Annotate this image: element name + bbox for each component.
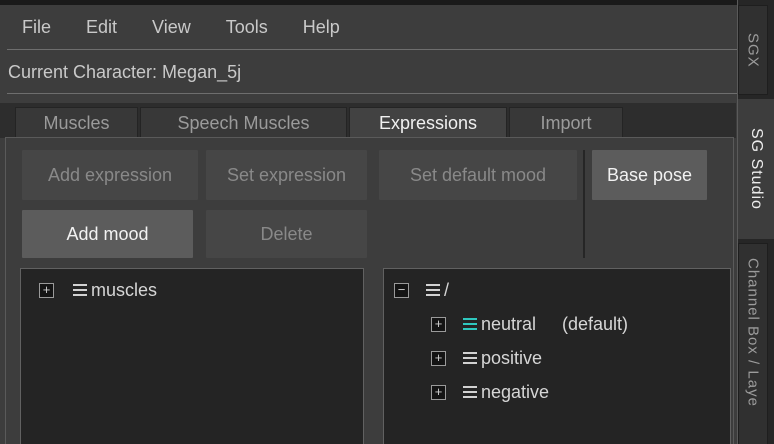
expand-icon[interactable]: + [39, 283, 54, 298]
menu-tools[interactable]: Tools [226, 17, 268, 38]
add-expression-button[interactable]: Add expression [22, 150, 198, 200]
set-default-mood-button[interactable]: Set default mood [379, 150, 577, 200]
tree-item-label[interactable]: negative [481, 382, 549, 403]
menu-separator [7, 49, 747, 50]
tree-item-label[interactable]: muscles [91, 280, 157, 301]
base-pose-button[interactable]: Base pose [592, 150, 707, 200]
delete-button[interactable]: Delete [206, 210, 367, 258]
menu-view[interactable]: View [152, 17, 191, 38]
menu-bar: File Edit View Tools Help [22, 5, 340, 49]
header-separator [7, 93, 747, 94]
tab-speech-muscles[interactable]: Speech Muscles [140, 107, 347, 138]
list-icon [463, 386, 477, 398]
dock-tab-sgx[interactable]: SGX [738, 5, 768, 95]
tree-row-neutral[interactable]: + neutral (default) [431, 307, 628, 341]
menu-file[interactable]: File [22, 17, 51, 38]
tree-item-label[interactable]: neutral [481, 314, 562, 335]
list-icon [73, 284, 87, 296]
tree-row-root[interactable]: − / [394, 273, 449, 307]
menu-edit[interactable]: Edit [86, 17, 117, 38]
expand-icon[interactable]: + [431, 351, 446, 366]
collapse-icon[interactable]: − [394, 283, 409, 298]
tree-item-label[interactable]: / [444, 280, 449, 301]
tab-bar: Muscles Speech Muscles Expressions Impor… [0, 103, 736, 138]
default-mood-badge: (default) [562, 314, 628, 335]
expand-icon[interactable]: + [431, 385, 446, 400]
muscles-tree-panel[interactable]: + muscles [20, 268, 364, 444]
current-character-label: Current Character: Megan_5j [8, 52, 241, 92]
tree-row-muscles[interactable]: + muscles [39, 273, 157, 307]
tab-muscles[interactable]: Muscles [15, 107, 138, 138]
toolbar-divider [583, 150, 585, 258]
tab-expressions[interactable]: Expressions [349, 107, 507, 138]
set-expression-button[interactable]: Set expression [206, 150, 367, 200]
menu-help[interactable]: Help [303, 17, 340, 38]
dock-tab-channel-box[interactable]: Channel Box / Laye [738, 243, 768, 444]
sg-studio-window: File Edit View Tools Help Current Charac… [0, 0, 774, 444]
dock-tab-sg-studio[interactable]: SG Studio [738, 99, 774, 239]
tab-import[interactable]: Import [509, 107, 623, 138]
tree-row-positive[interactable]: + positive [431, 341, 542, 375]
tree-row-negative[interactable]: + negative [431, 375, 549, 409]
list-icon-highlighted [463, 318, 477, 330]
list-icon [463, 352, 477, 364]
moods-tree-panel[interactable]: − / + neutral (default) + positive + n [383, 268, 731, 444]
add-mood-button[interactable]: Add mood [22, 210, 193, 258]
expand-icon[interactable]: + [431, 317, 446, 332]
tree-item-label[interactable]: positive [481, 348, 542, 369]
list-icon [426, 284, 440, 296]
